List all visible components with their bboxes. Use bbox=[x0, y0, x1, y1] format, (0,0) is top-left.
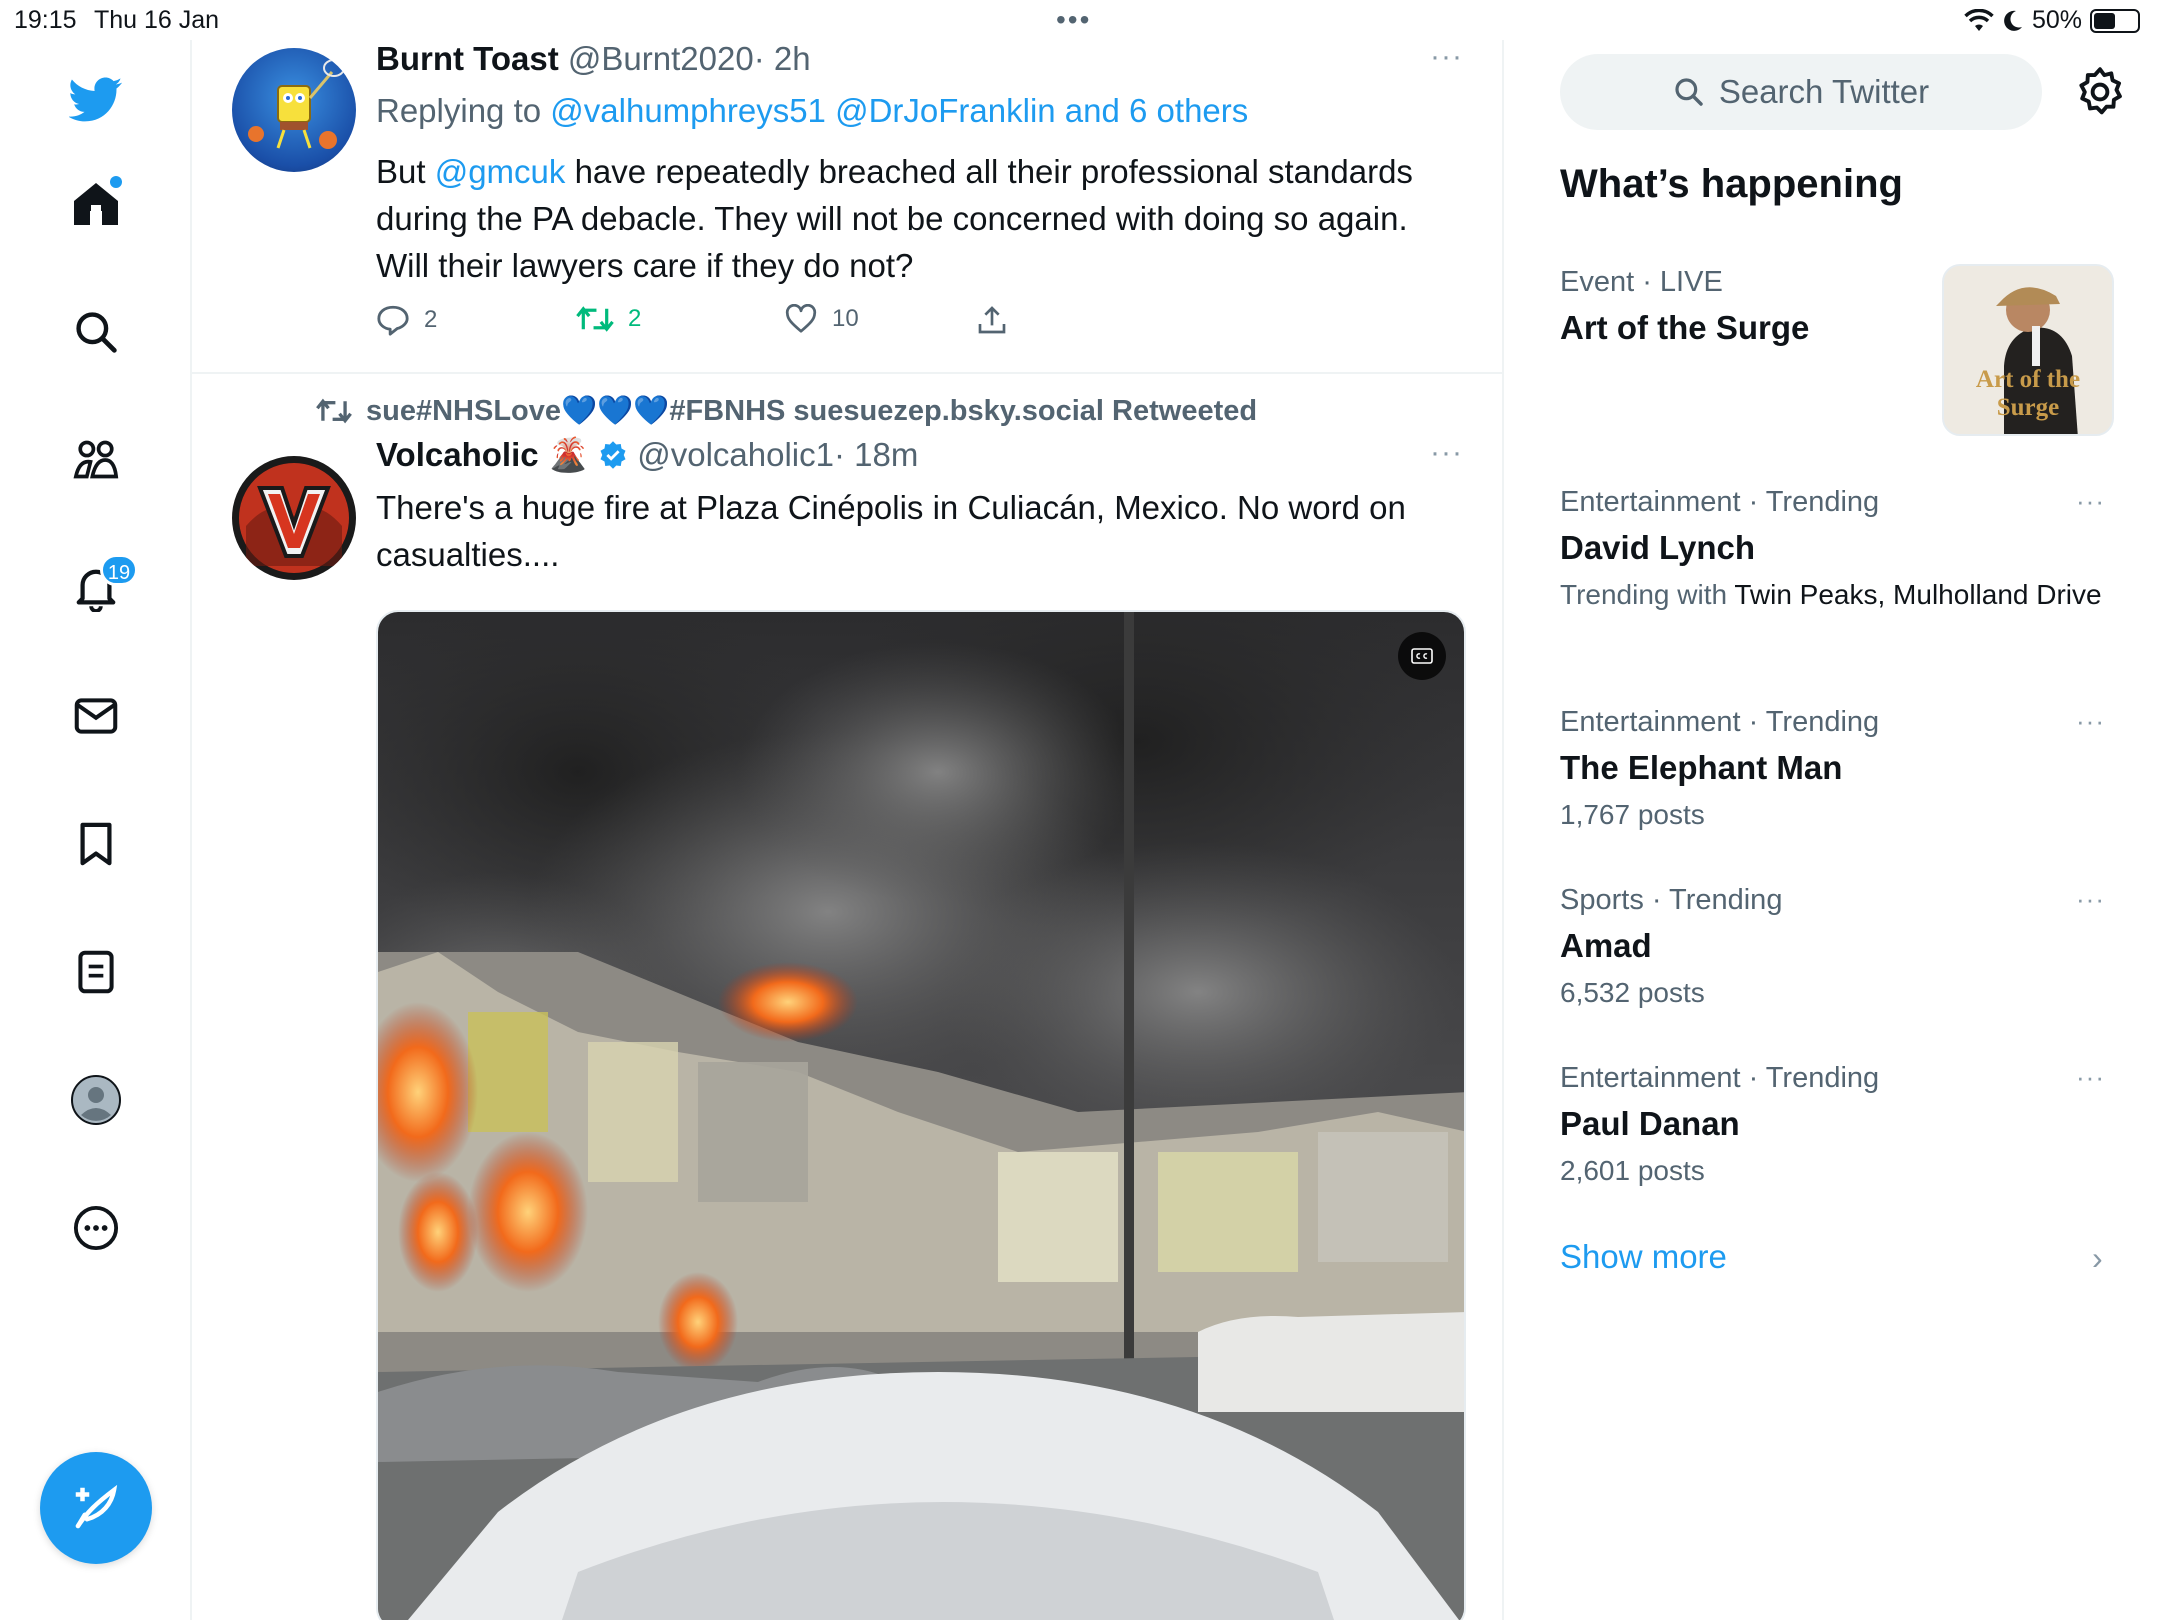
search-bar[interactable]: Search Twitter bbox=[1560, 54, 2042, 130]
messages-icon[interactable] bbox=[60, 680, 132, 752]
status-bar: 19:15 Thu 16 Jan ••• 50% bbox=[0, 0, 2160, 40]
volcano-emoji: 🌋 bbox=[547, 436, 589, 473]
notifications-icon[interactable]: 19 bbox=[60, 552, 138, 624]
search-icon[interactable] bbox=[60, 296, 132, 368]
tweet-avatar[interactable] bbox=[232, 48, 356, 172]
status-date: Thu 16 Jan bbox=[94, 6, 220, 34]
tweet-video[interactable] bbox=[376, 610, 1466, 1620]
trend-title: Paul Danan bbox=[1560, 1105, 1740, 1142]
author-name[interactable]: Volcaholic bbox=[376, 436, 539, 473]
status-indicators: 50% bbox=[1964, 6, 2140, 35]
event-thumbnail[interactable]: Art of the Surge bbox=[1942, 264, 2114, 436]
notifications-badge: 19 bbox=[100, 554, 138, 586]
retweet-count: 2 bbox=[628, 305, 642, 332]
right-sidebar: Search Twitter What’s happening Event · … bbox=[1506, 40, 2160, 1620]
battery-icon bbox=[2090, 8, 2140, 33]
reply-button[interactable]: 2 bbox=[376, 304, 437, 336]
like-count: 10 bbox=[832, 305, 859, 332]
trend-category: Entertainment · Trending bbox=[1560, 486, 1880, 518]
search-placeholder: Search Twitter bbox=[1718, 73, 1930, 110]
verified-badge-icon bbox=[600, 441, 626, 469]
more-options-icon[interactable] bbox=[60, 1192, 132, 1264]
trend-item-paul-danan[interactable]: Entertainment · Trending Paul Danan 2,60… bbox=[1560, 1062, 2120, 1189]
reply-count: 2 bbox=[424, 306, 438, 333]
trend-item-elephant-man[interactable]: Entertainment · Trending The Elephant Ma… bbox=[1560, 706, 2120, 833]
trend-title: Amad bbox=[1560, 927, 1652, 964]
trend-more-icon[interactable]: ··· bbox=[2076, 486, 2105, 517]
communities-icon[interactable] bbox=[60, 424, 132, 496]
retweeted-by-text: sue#NHSLove💙💙💙#FBNHS suesuezep.bsky.soci… bbox=[366, 395, 1258, 427]
share-icon bbox=[978, 306, 1006, 334]
timeline[interactable]: Burnt Toast @Burnt2020· 2h ··· Replying … bbox=[192, 40, 1504, 1620]
left-navigation: 19 bbox=[0, 40, 192, 1620]
whats-happening-heading: What’s happening bbox=[1560, 162, 1903, 206]
trend-category: Entertainment · Trending bbox=[1560, 706, 1880, 738]
author-handle[interactable]: @volcaholic1 bbox=[637, 436, 834, 473]
replying-prefix: Replying to bbox=[376, 92, 542, 129]
tweet-time[interactable]: · 18m bbox=[834, 436, 918, 473]
twitter-logo-icon[interactable] bbox=[60, 64, 132, 136]
trend-category: Entertainment · Trending bbox=[1560, 1062, 1880, 1094]
trend-item-amad[interactable]: Sports · Trending Amad 6,532 posts bbox=[1560, 884, 2120, 1011]
show-more-link[interactable]: Show more bbox=[1560, 1238, 1727, 1276]
trend-title: David Lynch bbox=[1560, 529, 1755, 566]
replying-users-link[interactable]: @valhumphreys51 @DrJoFranklin and 6 othe… bbox=[550, 92, 1248, 129]
trend-item-david-lynch[interactable]: Entertainment · Trending David Lynch Tre… bbox=[1560, 486, 2120, 613]
tweet-more-icon[interactable]: ··· bbox=[1430, 436, 1463, 470]
tweet-text: There's a huge fire at Plaza Cinépolis i… bbox=[376, 489, 1406, 573]
trend-subtitle: Trending with Twin Peaks, Mulholland Dri… bbox=[1560, 577, 2120, 613]
tweet-text: But @gmcuk have repeatedly breached all … bbox=[376, 148, 1456, 289]
compose-tweet-button[interactable] bbox=[40, 1452, 152, 1564]
tweet-avatar[interactable] bbox=[232, 456, 356, 580]
trend-related-terms[interactable]: Twin Peaks, Mulholland Drive bbox=[1734, 579, 2101, 610]
retweet-icon bbox=[576, 306, 614, 332]
bookmarks-icon[interactable] bbox=[60, 808, 132, 880]
multitasking-dots[interactable]: ••• bbox=[1056, 4, 1091, 36]
moon-icon bbox=[2004, 10, 2022, 31]
trend-post-count: 6,532 posts bbox=[1560, 977, 1705, 1008]
wifi-icon bbox=[1964, 8, 1994, 31]
trend-more-icon[interactable]: ··· bbox=[2076, 706, 2105, 737]
tweet-time[interactable]: · 2h bbox=[754, 40, 811, 77]
share-button[interactable] bbox=[976, 304, 1008, 336]
battery-percent: 50% bbox=[2031, 6, 2082, 34]
home-unread-dot bbox=[110, 176, 122, 188]
status-time: 19:15 bbox=[14, 6, 77, 34]
tweet-actions: 2 2 10 bbox=[376, 304, 1076, 344]
tweet-more-icon[interactable]: ··· bbox=[1430, 40, 1463, 74]
trend-post-count: 1,767 posts bbox=[1560, 799, 1705, 830]
tweet-header: Volcaholic 🌋 @volcaholic1· 18m bbox=[376, 436, 918, 475]
tweet-burnt-toast[interactable]: Burnt Toast @Burnt2020· 2h ··· Replying … bbox=[192, 40, 1502, 372]
compose-feather-icon bbox=[75, 1484, 118, 1529]
event-thumb-title: Art of the Surge bbox=[1975, 366, 2081, 421]
battery-fill bbox=[2094, 12, 2115, 29]
retweet-button[interactable]: 2 bbox=[576, 304, 641, 334]
trend-category: Sports · Trending bbox=[1560, 884, 1783, 916]
settings-gear-icon[interactable] bbox=[2074, 66, 2126, 118]
lists-icon[interactable] bbox=[60, 936, 132, 1008]
chevron-right-icon: › bbox=[2092, 1240, 2103, 1276]
trend-title: The Elephant Man bbox=[1560, 749, 1843, 786]
profile-avatar-icon[interactable] bbox=[60, 1064, 132, 1136]
author-handle[interactable]: @Burnt2020 bbox=[568, 40, 754, 77]
replying-to: Replying to @valhumphreys51 @DrJoFrankli… bbox=[376, 92, 1248, 130]
retweet-small-icon bbox=[316, 398, 352, 424]
trend-post-count: 2,601 posts bbox=[1560, 1155, 1705, 1186]
trend-sub-prefix: Trending with bbox=[1560, 579, 1735, 610]
search-icon bbox=[1675, 78, 1703, 106]
trend-more-icon[interactable]: ··· bbox=[2076, 884, 2105, 915]
trend-more-icon[interactable]: ··· bbox=[2076, 1062, 2105, 1093]
like-button[interactable]: 10 bbox=[784, 304, 859, 334]
tweet-text-start: But bbox=[376, 153, 435, 190]
tweet-volcaholic[interactable]: sue#NHSLove💙💙💙#FBNHS suesuezep.bsky.soci… bbox=[192, 374, 1502, 1620]
home-icon[interactable] bbox=[60, 168, 132, 240]
reply-icon bbox=[377, 305, 409, 336]
tweet-header: Burnt Toast @Burnt2020· 2h bbox=[376, 40, 811, 78]
author-name[interactable]: Burnt Toast bbox=[376, 40, 559, 77]
mention-link[interactable]: @gmcuk bbox=[435, 153, 566, 190]
closed-captions-icon bbox=[1411, 648, 1433, 664]
heart-icon bbox=[785, 304, 817, 333]
retweeted-by[interactable]: sue#NHSLove💙💙💙#FBNHS suesuezep.bsky.soci… bbox=[316, 394, 1257, 428]
closed-captions-button[interactable] bbox=[1398, 632, 1446, 680]
